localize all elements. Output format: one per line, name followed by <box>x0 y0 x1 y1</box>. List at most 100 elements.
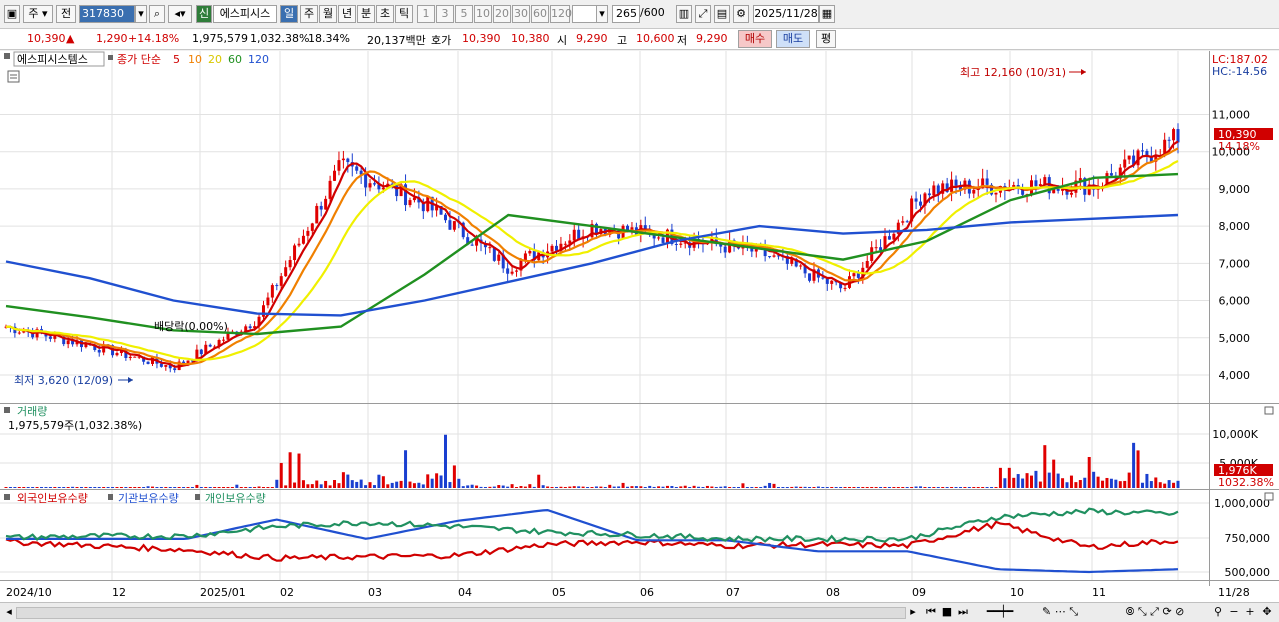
volume-panel-title: 거래량 <box>17 405 47 418</box>
volume-bar <box>808 487 812 488</box>
zoom-out-icon[interactable]: − <box>1228 605 1240 619</box>
volume-bar <box>639 486 643 488</box>
calendar-icon[interactable]: ▦ <box>819 5 835 23</box>
stock-name-field[interactable]: 에스피시스 <box>213 5 277 23</box>
volume-bar <box>426 474 430 488</box>
period-day[interactable]: 일 <box>280 5 298 23</box>
x-axis-label: 11 <box>1092 586 1106 599</box>
candle-body <box>226 333 230 340</box>
candle-body <box>319 205 323 210</box>
volume-bar <box>266 487 270 488</box>
indicator-tools-icon[interactable]: ⦾ ⤡ ⤢ ⟳ ⊘ <box>1110 605 1200 619</box>
candle-body <box>248 326 252 329</box>
x-axis-label: 11/28 <box>1218 586 1250 599</box>
chart-menu-icon[interactable]: ▣ <box>4 5 20 23</box>
interval-30[interactable]: 30 <box>512 5 530 23</box>
volume-bar <box>4 487 8 488</box>
draw-tools-icon[interactable]: ✎ ⋯ ⤡ <box>1030 605 1090 619</box>
interval-20[interactable]: 20 <box>493 5 511 23</box>
sound-icon[interactable]: ◂▾ <box>168 5 192 23</box>
period-month[interactable]: 월 <box>319 5 337 23</box>
candle-body <box>333 170 337 181</box>
individual-holdings-label[interactable]: 개인보유수량 <box>205 492 266 505</box>
zoom-icon[interactable]: ⚲ <box>1211 605 1225 619</box>
prev-button[interactable]: 전 <box>56 5 76 23</box>
expand-icon[interactable]: ⤢ <box>695 5 711 23</box>
count-input[interactable]: 265 <box>612 5 640 23</box>
volume-bar <box>1149 481 1153 488</box>
move-icon[interactable]: ✥ <box>1261 605 1273 619</box>
volume-bar <box>404 450 408 488</box>
volume-bar <box>35 487 39 488</box>
foreign-holdings-label[interactable]: 외국인보유수량 <box>17 492 88 505</box>
scroll-left-icon[interactable]: ◂ <box>4 605 14 619</box>
volume-bar <box>328 485 332 488</box>
ma-menu-icon[interactable] <box>108 55 113 60</box>
volume-bar <box>457 478 461 488</box>
date-input[interactable]: 2025/11/28 <box>753 5 819 23</box>
buy-button[interactable]: 매수 <box>738 30 772 48</box>
period-minute[interactable]: 분 <box>357 5 375 23</box>
ma120-label[interactable]: 120 <box>248 53 269 66</box>
zoom-in-icon[interactable]: + <box>1244 605 1256 619</box>
volume-bar <box>874 487 878 488</box>
gear-icon[interactable]: ⚙ <box>733 5 749 23</box>
interval-1[interactable]: 1 <box>417 5 435 23</box>
volume-bar <box>998 467 1002 488</box>
volume-bar <box>714 487 718 488</box>
ma60-label[interactable]: 60 <box>228 53 242 66</box>
save-icon[interactable]: ▤ <box>714 5 730 23</box>
institution-holdings-label[interactable]: 기관보유수량 <box>118 492 179 505</box>
holdings-menu-icon[interactable] <box>4 494 10 500</box>
ma10-label[interactable]: 10 <box>188 53 202 66</box>
candle-body <box>293 245 297 261</box>
period-tick[interactable]: 틱 <box>395 5 413 23</box>
grid-toggle-icon[interactable] <box>7 70 20 83</box>
volume-bar <box>941 487 945 488</box>
period-year[interactable]: 년 <box>338 5 356 23</box>
volume-menu-icon[interactable] <box>4 407 10 413</box>
volume-bar <box>923 487 927 488</box>
average-button[interactable]: 평 <box>816 30 836 48</box>
volume-bar <box>244 487 248 488</box>
ma5-label[interactable]: 5 <box>173 53 180 66</box>
interval-dropdown-icon[interactable]: ▾ <box>596 5 608 23</box>
interval-60[interactable]: 60 <box>531 5 549 23</box>
holdings-maximize-icon[interactable] <box>1264 492 1274 501</box>
code-input[interactable]: 317830 <box>79 5 135 23</box>
volume-bar <box>745 487 749 488</box>
volume-bar <box>386 484 390 488</box>
interval-120[interactable]: 120 <box>550 5 572 23</box>
volume-bar <box>532 486 536 488</box>
candle-icon[interactable]: ▥ <box>676 5 692 23</box>
code-dropdown-icon[interactable]: ▾ <box>135 5 147 23</box>
period-second[interactable]: 초 <box>376 5 394 23</box>
volume-bar <box>1083 477 1087 488</box>
stop-icon[interactable]: ■ <box>941 605 953 619</box>
interval-5[interactable]: 5 <box>455 5 473 23</box>
volume-bar <box>13 487 17 488</box>
ma20-label[interactable]: 20 <box>208 53 222 66</box>
interval-10[interactable]: 10 <box>474 5 492 23</box>
volume-maximize-icon[interactable] <box>1264 406 1274 415</box>
volume-bar <box>830 487 834 488</box>
sell-button[interactable]: 매도 <box>776 30 810 48</box>
volume-bar <box>350 480 354 488</box>
volume-bar <box>865 487 869 488</box>
zoom-slider[interactable]: ━━┿━ <box>980 605 1020 619</box>
panel-menu-icon[interactable] <box>4 53 10 59</box>
volume-bar <box>563 487 567 488</box>
last-icon[interactable]: ⏭ <box>957 605 969 619</box>
volume-bar <box>674 487 678 488</box>
candle-body <box>279 276 283 286</box>
period-low-annotation: 최저 3,620 (12/09) <box>14 374 113 387</box>
first-icon[interactable]: ⏮ <box>925 605 937 619</box>
search-icon[interactable]: ⌕ <box>149 5 165 23</box>
period-week[interactable]: 주 <box>300 5 318 23</box>
interval-3[interactable]: 3 <box>436 5 454 23</box>
scroll-track[interactable] <box>16 607 906 619</box>
market-select[interactable]: 주 ▾ <box>23 5 53 23</box>
scroll-right-icon[interactable]: ▸ <box>908 605 918 619</box>
candle-body <box>48 336 52 339</box>
candle-body <box>661 237 665 243</box>
